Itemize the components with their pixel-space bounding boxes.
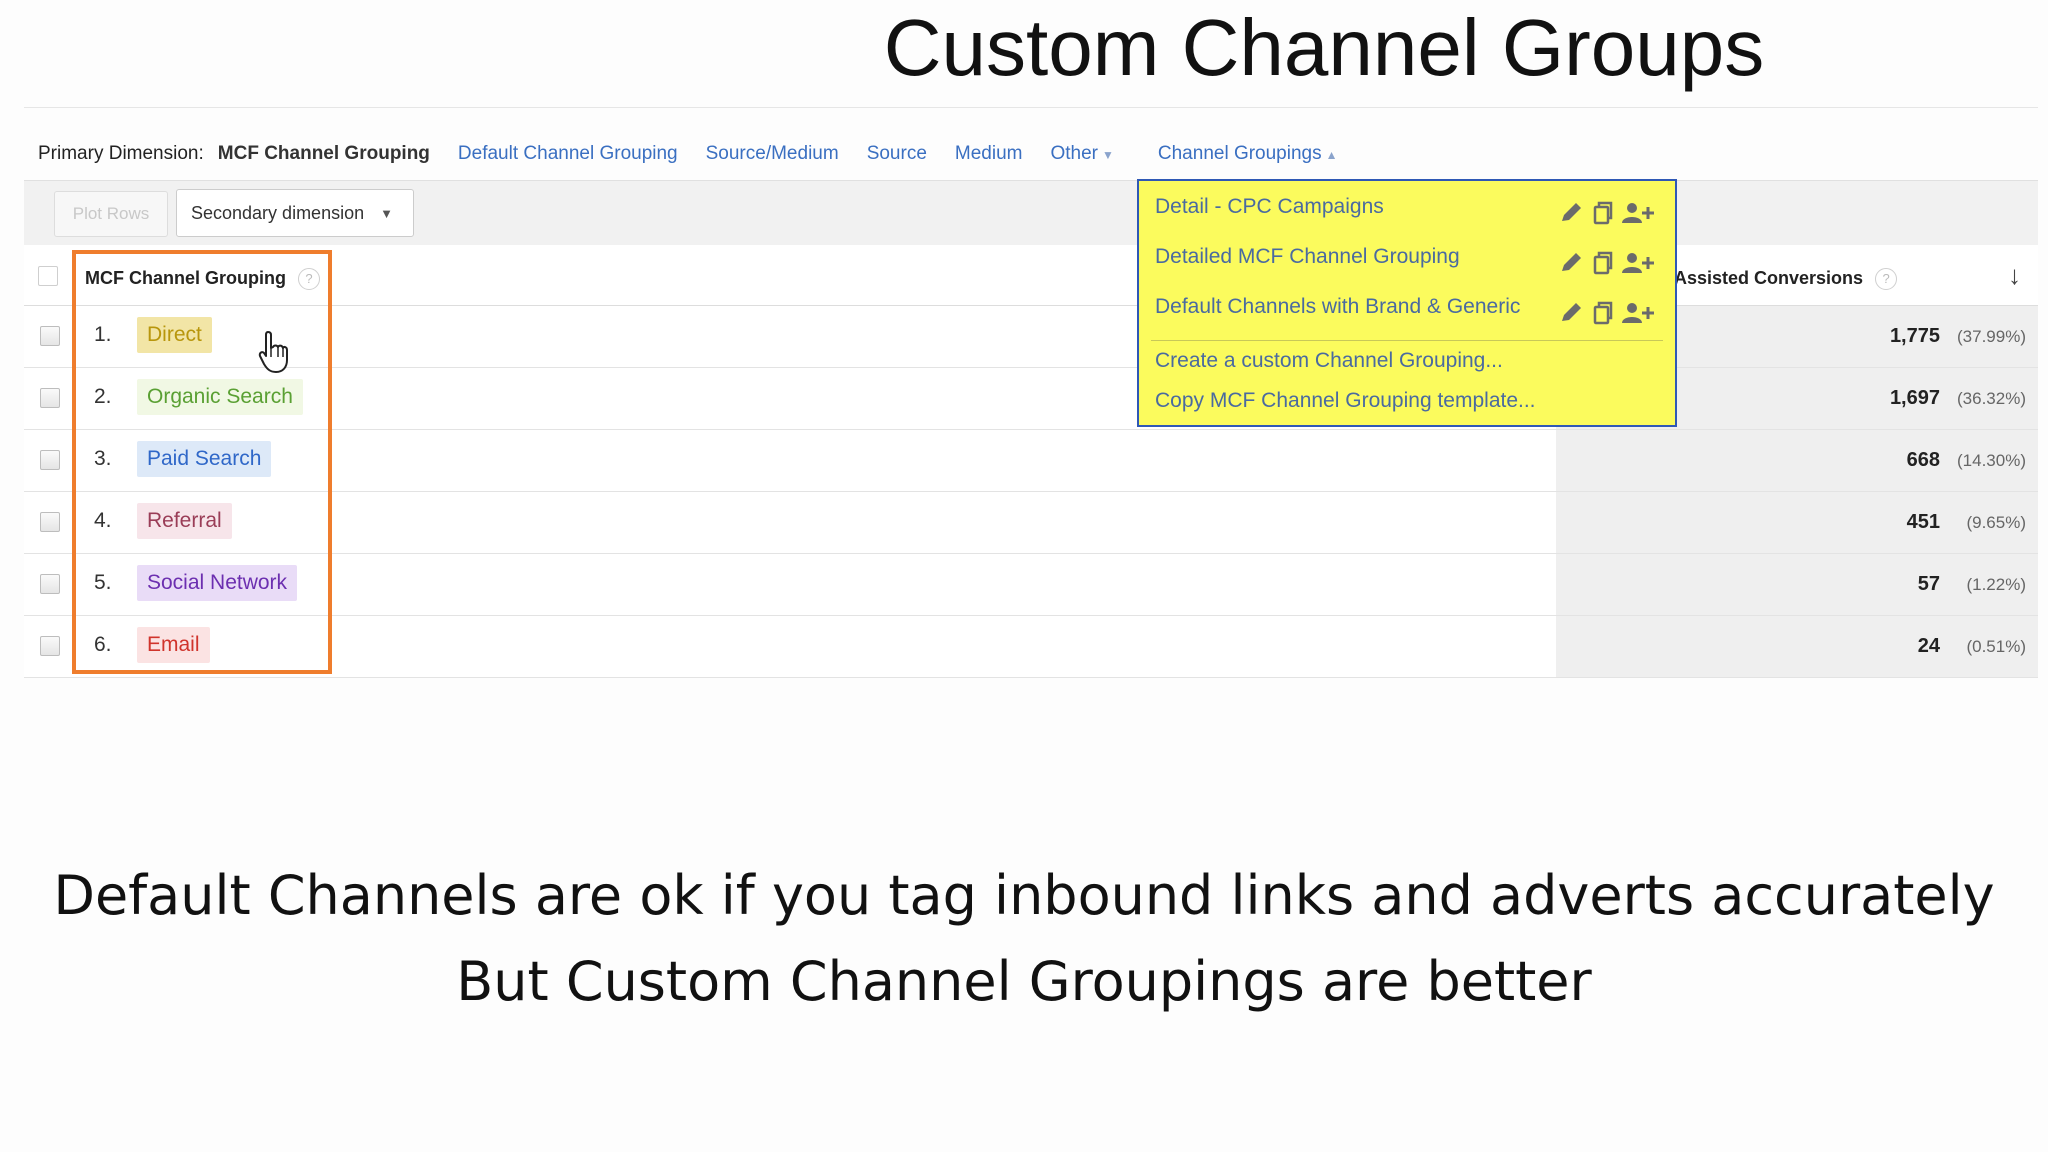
value-percent: (9.65%) bbox=[1966, 513, 2026, 532]
row-checkbox[interactable] bbox=[40, 636, 60, 656]
value-number: 451 bbox=[1906, 511, 1940, 533]
menu-item-actions bbox=[1558, 301, 1656, 325]
value-percent: (36.32%) bbox=[1957, 389, 2026, 408]
menu-create-custom-grouping[interactable]: Create a custom Channel Grouping... bbox=[1155, 349, 1503, 373]
slide-title: Custom Channel Groups bbox=[883, 3, 1765, 92]
secondary-dimension-label: Secondary dimension bbox=[191, 202, 365, 223]
menu-item-detail-cpc-campaigns[interactable]: Detail - CPC Campaigns bbox=[1155, 195, 1384, 219]
primary-dimension-bar: Primary Dimension: MCF Channel Grouping … bbox=[38, 142, 1366, 166]
menu-item-actions bbox=[1558, 201, 1656, 225]
value-number: 668 bbox=[1906, 449, 1940, 471]
row-checkbox[interactable] bbox=[40, 388, 60, 408]
dimension-link-source[interactable]: Source bbox=[867, 143, 927, 165]
copy-icon[interactable] bbox=[1592, 201, 1614, 225]
menu-item-actions bbox=[1558, 251, 1656, 275]
primary-dimension-label: Primary Dimension: bbox=[38, 143, 204, 164]
menu-item-default-channels-brand-generic[interactable]: Default Channels with Brand & Generic bbox=[1155, 295, 1520, 319]
share-user-icon[interactable] bbox=[1622, 251, 1656, 275]
value-percent: (1.22%) bbox=[1966, 575, 2026, 594]
dimension-link-medium[interactable]: Medium bbox=[955, 143, 1023, 165]
pencil-icon[interactable] bbox=[1558, 201, 1584, 225]
secondary-dimension-select[interactable]: Secondary dimension ▼ bbox=[176, 189, 414, 237]
copy-icon[interactable] bbox=[1592, 251, 1614, 275]
row-checkbox[interactable] bbox=[40, 512, 60, 532]
channel-groupings-menu: Detail - CPC Campaigns Detailed MCF Chan… bbox=[1137, 179, 1677, 427]
caret-up-icon: ▲ bbox=[1325, 148, 1338, 162]
channel-groupings-dropdown[interactable]: Channel Groupings ▲ bbox=[1158, 143, 1338, 165]
value-number: 57 bbox=[1917, 573, 1940, 595]
sort-down-arrow-icon[interactable]: ↓ bbox=[2008, 260, 2021, 291]
value-number: 1,697 bbox=[1889, 387, 1940, 409]
copy-icon[interactable] bbox=[1592, 301, 1614, 325]
row-checkbox[interactable] bbox=[40, 450, 60, 470]
dropdown-triangle-icon: ▼ bbox=[380, 205, 393, 221]
menu-copy-template[interactable]: Copy MCF Channel Grouping template... bbox=[1155, 389, 1536, 413]
metric-value: 1,775 (37.99%) bbox=[1890, 325, 2026, 348]
caption-line-2: But Custom Channel Groupings are better bbox=[456, 950, 1592, 1013]
hand-cursor-icon bbox=[258, 331, 288, 373]
pencil-icon[interactable] bbox=[1558, 301, 1584, 325]
divider bbox=[24, 107, 2038, 108]
column-header-metric-label: Assisted Conversions bbox=[1674, 268, 1864, 288]
select-all-checkbox[interactable] bbox=[38, 266, 58, 286]
share-user-icon[interactable] bbox=[1622, 301, 1656, 325]
column-header-assisted-conversions[interactable]: Assisted Conversions? bbox=[1674, 268, 1898, 291]
metric-value: 24 (0.51%) bbox=[1918, 635, 2026, 658]
share-user-icon[interactable] bbox=[1622, 201, 1656, 225]
dimension-link-other[interactable]: Other ▼ bbox=[1050, 143, 1113, 165]
metric-value: 1,697 (36.32%) bbox=[1890, 387, 2026, 410]
plot-rows-button[interactable]: Plot Rows bbox=[54, 191, 168, 237]
menu-divider bbox=[1151, 340, 1663, 341]
value-number: 1,775 bbox=[1889, 325, 1940, 347]
caption-line-1: Default Channels are ok if you tag inbou… bbox=[53, 864, 1995, 927]
value-number: 24 bbox=[1917, 635, 1940, 657]
metric-value: 668 (14.30%) bbox=[1907, 449, 2026, 472]
menu-item-detailed-mcf-channel-grouping[interactable]: Detailed MCF Channel Grouping bbox=[1155, 245, 1460, 269]
other-label: Other bbox=[1050, 143, 1098, 164]
channel-groupings-label: Channel Groupings bbox=[1157, 143, 1322, 164]
row-checkbox[interactable] bbox=[40, 326, 60, 346]
value-percent: (0.51%) bbox=[1966, 637, 2026, 656]
row-checkbox[interactable] bbox=[40, 574, 60, 594]
dimension-link-default-channel-grouping[interactable]: Default Channel Grouping bbox=[458, 143, 678, 165]
highlight-box bbox=[72, 250, 332, 674]
metric-value: 57 (1.22%) bbox=[1918, 573, 2026, 596]
metric-value: 451 (9.65%) bbox=[1907, 511, 2026, 534]
pencil-icon[interactable] bbox=[1558, 251, 1584, 275]
help-icon[interactable]: ? bbox=[1875, 268, 1898, 291]
current-dimension: MCF Channel Grouping bbox=[217, 143, 430, 164]
dimension-link-source-medium[interactable]: Source/Medium bbox=[706, 143, 839, 165]
value-percent: (37.99%) bbox=[1957, 327, 2026, 346]
value-percent: (14.30%) bbox=[1957, 451, 2026, 470]
caret-down-icon: ▼ bbox=[1102, 148, 1114, 162]
